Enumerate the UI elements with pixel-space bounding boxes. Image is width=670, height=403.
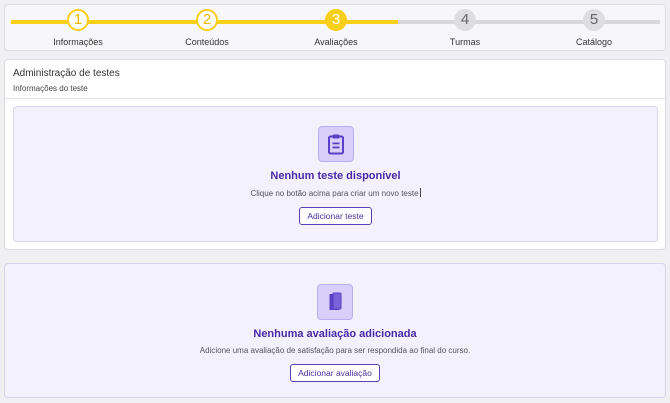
empty-state-title: Nenhuma avaliação adicionada [253,328,417,340]
step-avaliacoes[interactable]: 3 Avaliações [291,9,381,47]
panel-subtitle: Informações do teste [13,84,88,93]
step-number-circle: 2 [196,9,218,31]
step-catalogo[interactable]: 5 Catálogo [549,9,639,47]
step-number-circle: 3 [325,9,347,31]
step-informacoes[interactable]: 1 Informações [33,9,123,47]
empty-state-title: Nenhum teste disponível [270,170,401,182]
step-number-circle: 4 [454,9,476,31]
evaluation-empty-state: Nenhuma avaliação adicionada Adicione um… [4,263,666,398]
panel-title: Administração de testes [13,68,120,79]
step-number-circle: 5 [583,9,605,31]
step-label: Avaliações [314,37,358,47]
step-turmas[interactable]: 4 Turmas [420,9,510,47]
add-test-button[interactable]: Adicionar teste [299,207,372,225]
step-label: Catálogo [575,37,613,47]
step-label: Turmas [449,37,481,47]
step-label: Informações [53,37,103,47]
add-evaluation-button[interactable]: Adicionar avaliação [290,364,380,382]
empty-state-text: Clique no botão acima para criar um novo… [250,188,421,198]
panel-divider [5,98,665,99]
step-label: Conteúdos [185,37,229,47]
progress-stepper: 1 Informações 2 Conteúdos 3 Avaliações 4… [4,4,666,51]
text-cursor [419,188,421,197]
clipboard-icon [317,126,354,162]
tests-empty-state: Nenhum teste disponível Clique no botão … [13,106,658,242]
step-conteudos[interactable]: 2 Conteúdos [162,9,252,47]
book-icon [317,284,353,320]
step-number-circle: 1 [67,9,89,31]
empty-state-text: Adicione uma avaliação de satisfação par… [199,346,471,355]
tests-panel: Administração de testes Informações do t… [4,59,666,250]
